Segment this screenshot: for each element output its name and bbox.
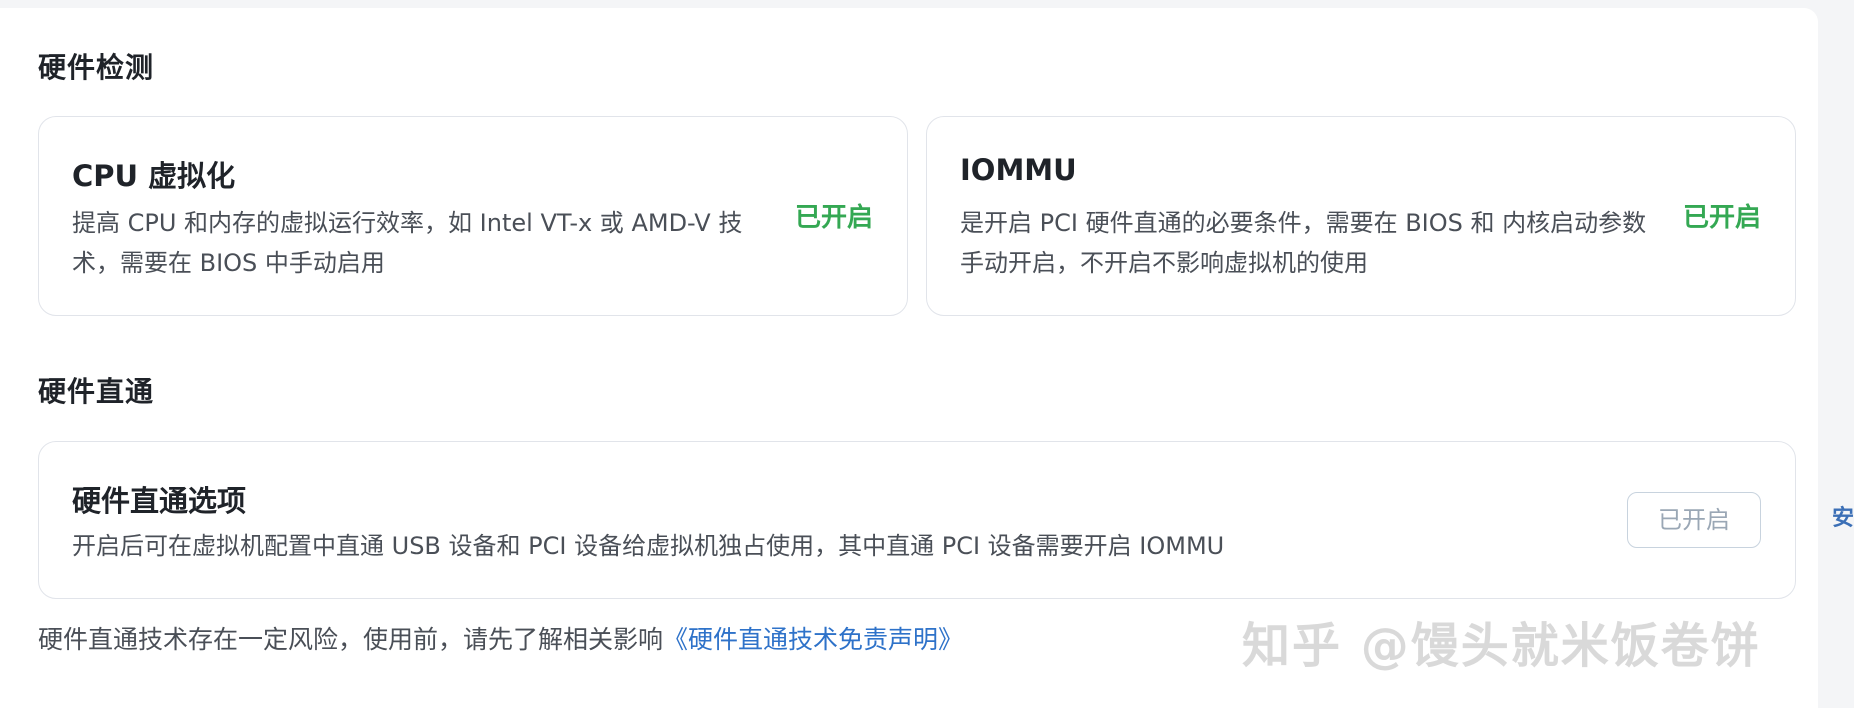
right-edge-strip: 安	[1818, 0, 1854, 708]
cpu-virtualization-title: CPU 虚拟化	[72, 159, 236, 193]
iommu-card: IOMMU 是开启 PCI 硬件直通的必要条件，需要在 BIOS 和 内核启动参…	[926, 116, 1796, 316]
passthrough-option-card: 硬件直通选项 开启后可在虚拟机配置中直通 USB 设备和 PCI 设备给虚拟机独…	[38, 441, 1796, 599]
cpu-virtualization-status: 已开启	[794, 203, 873, 233]
edge-glyph: 安	[1831, 506, 1854, 531]
cpu-virtualization-card: CPU 虚拟化 提高 CPU 和内存的虚拟运行效率，如 Intel VT-x 或…	[38, 116, 908, 316]
passthrough-option-title: 硬件直通选项	[72, 484, 247, 518]
passthrough-option-description: 开启后可在虚拟机配置中直通 USB 设备和 PCI 设备给虚拟机独占使用，其中直…	[72, 532, 1225, 560]
passthrough-enabled-button[interactable]: 已开启	[1627, 492, 1761, 548]
iommu-description: 是开启 PCI 硬件直通的必要条件，需要在 BIOS 和 内核启动参数手动开启，…	[960, 209, 1647, 277]
risk-footnote-text: 硬件直通技术存在一定风险，使用前，请先了解相关影响	[38, 625, 664, 654]
disclaimer-link[interactable]: 《硬件直通技术免责声明》	[663, 625, 963, 654]
settings-panel: 硬件检测 CPU 虚拟化 提高 CPU 和内存的虚拟运行效率，如 Intel V…	[0, 8, 1818, 708]
iommu-title: IOMMU	[960, 153, 1077, 187]
risk-footnote: 硬件直通技术存在一定风险，使用前，请先了解相关影响《硬件直通技术免责声明》	[38, 620, 963, 656]
section-title-hardware-passthrough: 硬件直通	[38, 375, 155, 408]
iommu-status: 已开启	[1682, 203, 1761, 233]
watermark: 知乎 @馒头就米饭卷饼	[1242, 618, 1761, 674]
section-title-hardware-detect: 硬件检测	[38, 51, 155, 84]
cpu-virtualization-description: 提高 CPU 和内存的虚拟运行效率，如 Intel VT-x 或 AMD-V 技…	[72, 209, 743, 277]
